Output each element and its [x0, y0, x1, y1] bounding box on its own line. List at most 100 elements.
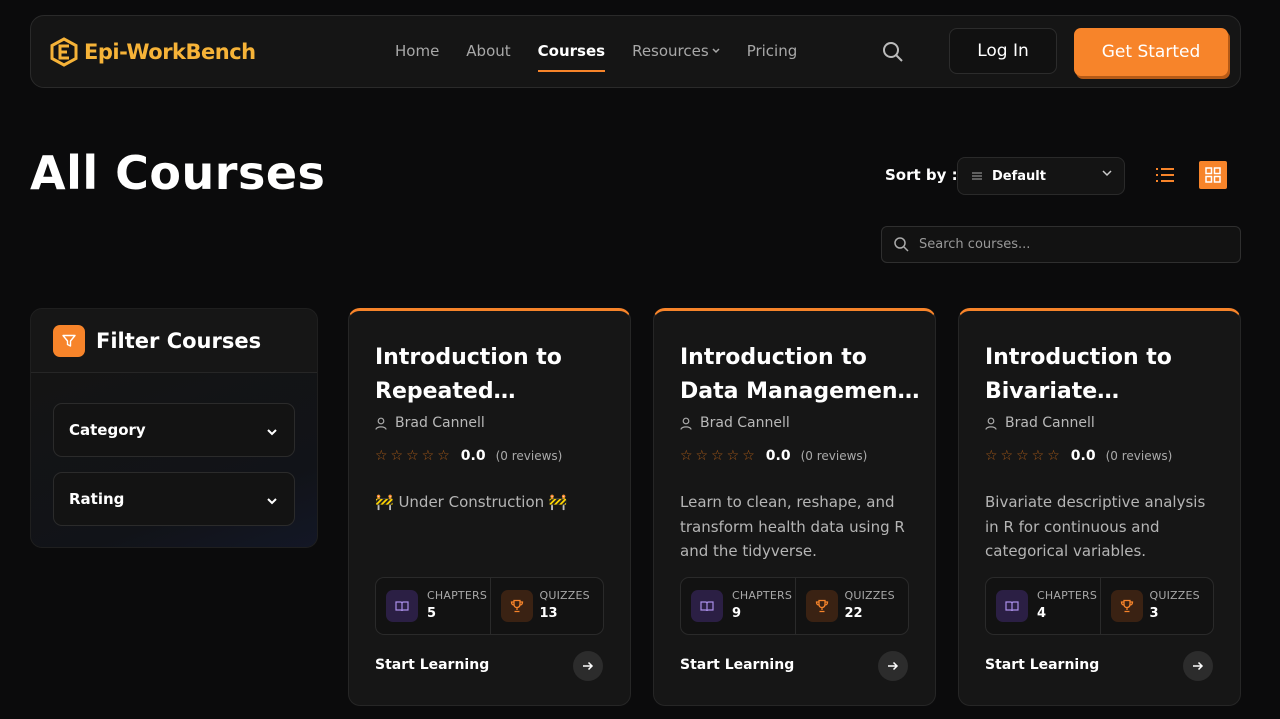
trophy-icon [805, 590, 838, 622]
chevron-down-icon [266, 492, 278, 510]
course-author: Brad Cannell [375, 415, 485, 431]
course-description: Learn to clean, reshape, and transform h… [680, 493, 905, 560]
list-lines-icon [972, 169, 982, 184]
chapters-label: CHAPTERS [732, 589, 793, 602]
page-title: All Courses [30, 146, 326, 200]
filter-rating[interactable]: Rating [53, 472, 295, 526]
login-button[interactable]: Log In [949, 28, 1057, 74]
chapters-label: CHAPTERS [427, 589, 488, 602]
list-view-button[interactable] [1151, 161, 1179, 189]
quizzes-label: QUIZZES [539, 589, 590, 602]
filter-rating-label: Rating [69, 490, 125, 508]
chapters-count: 5 [427, 606, 437, 621]
nav-home[interactable]: Home [395, 41, 439, 73]
sort-label: Sort by : [885, 166, 958, 184]
course-card[interactable]: Introduction to Repeated… Brad Cannell ☆… [348, 308, 631, 706]
filter-header: Filter Courses [31, 309, 317, 373]
main-menu: Home About Courses Resources Pricing [395, 41, 824, 73]
chevron-down-icon [712, 42, 720, 62]
brand-logo[interactable]: Epi-WorkBench [50, 37, 256, 67]
course-stats: CHAPTERS 5 QUIZZES 13 [375, 577, 604, 635]
chapters-stat: CHAPTERS 4 [986, 578, 1100, 634]
author-name: Brad Cannell [1005, 415, 1095, 431]
user-icon [985, 417, 997, 430]
course-title[interactable]: Introduction to Bivariate… [985, 341, 1225, 409]
course-card[interactable]: Introduction to Bivariate… Brad Cannell … [958, 308, 1241, 706]
trophy-icon [500, 590, 533, 622]
course-stats: CHAPTERS 4 QUIZZES 3 [985, 577, 1214, 635]
sort-value: Default [992, 168, 1046, 184]
filter-body: Category Rating [31, 373, 317, 547]
quizzes-label: QUIZZES [844, 589, 895, 602]
top-navbar: Epi-WorkBench Home About Courses Resourc… [30, 15, 1241, 88]
trophy-icon [1110, 590, 1143, 622]
course-card[interactable]: Introduction to Data Managemen… Brad Can… [653, 308, 936, 706]
review-count: (0 reviews) [495, 449, 563, 463]
course-author: Brad Cannell [680, 415, 790, 431]
course-rating: ☆☆☆☆☆ 0.0 (0 reviews) [680, 448, 867, 464]
book-icon [996, 590, 1028, 622]
chapters-count: 4 [1037, 606, 1047, 621]
quizzes-count: 22 [844, 606, 863, 621]
logo-icon [50, 37, 78, 67]
quizzes-stat: QUIZZES 22 [794, 578, 909, 634]
arrow-right-icon[interactable] [573, 651, 603, 681]
search-icon[interactable] [882, 41, 904, 63]
quizzes-stat: QUIZZES 3 [1099, 578, 1214, 634]
course-rating: ☆☆☆☆☆ 0.0 (0 reviews) [985, 448, 1172, 464]
arrow-right-icon[interactable] [1183, 651, 1213, 681]
quizzes-label: QUIZZES [1149, 589, 1200, 602]
start-learning-link[interactable]: Start Learning [375, 657, 489, 673]
course-description: 🚧 Under Construction 🚧 [375, 493, 568, 511]
arrow-right-icon[interactable] [878, 651, 908, 681]
nav-resources[interactable]: Resources [632, 41, 720, 73]
rating-value: 0.0 [765, 448, 791, 464]
rating-value: 0.0 [460, 448, 486, 464]
brand-name: Epi-WorkBench [84, 40, 256, 64]
nav-courses[interactable]: Courses [537, 41, 606, 73]
chapters-stat: CHAPTERS 9 [681, 578, 795, 634]
sort-select[interactable]: Default [957, 157, 1125, 195]
review-count: (0 reviews) [1105, 449, 1173, 463]
grid-view-button[interactable] [1199, 161, 1227, 189]
chevron-down-icon [266, 423, 278, 441]
nav-pricing[interactable]: Pricing [747, 41, 798, 73]
chapters-stat: CHAPTERS 5 [376, 578, 490, 634]
star-rating-icon: ☆☆☆☆☆ [375, 448, 453, 464]
author-name: Brad Cannell [700, 415, 790, 431]
course-rating: ☆☆☆☆☆ 0.0 (0 reviews) [375, 448, 562, 464]
author-name: Brad Cannell [395, 415, 485, 431]
nav-about[interactable]: About [466, 41, 510, 73]
course-author: Brad Cannell [985, 415, 1095, 431]
grid-view-icon [1205, 167, 1221, 183]
review-count: (0 reviews) [800, 449, 868, 463]
list-view-icon [1156, 168, 1174, 182]
course-description: Bivariate descriptive analysis in R for … [985, 493, 1206, 560]
course-title[interactable]: Introduction to Data Managemen… [680, 341, 920, 409]
start-learning-link[interactable]: Start Learning [985, 657, 1099, 673]
quizzes-count: 13 [539, 606, 558, 621]
course-stats: CHAPTERS 9 QUIZZES 22 [680, 577, 909, 635]
course-search [881, 226, 1241, 263]
user-icon [375, 417, 387, 430]
search-icon [894, 237, 909, 252]
start-learning-link[interactable]: Start Learning [680, 657, 794, 673]
rating-value: 0.0 [1070, 448, 1096, 464]
course-title[interactable]: Introduction to Repeated… [375, 341, 615, 409]
filter-title: Filter Courses [96, 328, 262, 353]
search-input[interactable] [919, 237, 1219, 252]
star-rating-icon: ☆☆☆☆☆ [985, 448, 1063, 464]
funnel-icon [53, 324, 85, 357]
quizzes-stat: QUIZZES 13 [489, 578, 604, 634]
chapters-label: CHAPTERS [1037, 589, 1098, 602]
filter-category[interactable]: Category [53, 403, 295, 457]
quizzes-count: 3 [1149, 606, 1159, 621]
filter-category-label: Category [69, 421, 146, 439]
chevron-down-icon [1102, 167, 1112, 182]
get-started-button[interactable]: Get Started [1074, 28, 1228, 76]
user-icon [680, 417, 692, 430]
book-icon [386, 590, 418, 622]
book-icon [691, 590, 723, 622]
star-rating-icon: ☆☆☆☆☆ [680, 448, 758, 464]
chapters-count: 9 [732, 606, 742, 621]
